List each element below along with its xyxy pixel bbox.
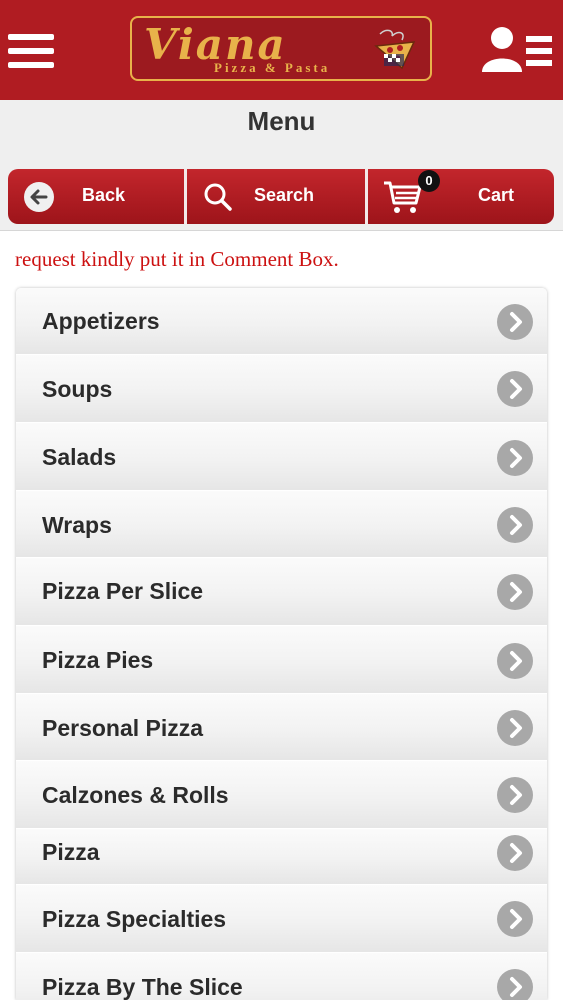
back-arrow-icon bbox=[24, 182, 54, 212]
action-bar: Back Search Cart 0 bbox=[8, 169, 554, 224]
menu-item-label: Pizza bbox=[42, 839, 100, 865]
chevron-right-icon bbox=[497, 969, 533, 1000]
menu-category-list: Appetizers Soups Salads Wraps Pizza Per … bbox=[16, 288, 547, 1000]
menu-item-wraps[interactable]: Wraps bbox=[16, 491, 547, 558]
chevron-right-icon bbox=[497, 507, 533, 543]
menu-item-label: Appetizers bbox=[42, 308, 160, 334]
menu-item-label: Soups bbox=[42, 376, 113, 402]
menu-item-pizza-per-slice[interactable]: Pizza Per Slice bbox=[16, 558, 547, 626]
chevron-right-icon bbox=[497, 643, 533, 679]
search-button[interactable]: Search bbox=[187, 169, 365, 224]
chevron-right-icon bbox=[497, 777, 533, 813]
chevron-right-icon bbox=[497, 835, 533, 871]
menu-item-label: Pizza Pies bbox=[42, 647, 154, 673]
page-title: Menu bbox=[247, 106, 316, 136]
chevron-right-icon bbox=[497, 710, 533, 746]
pizza-chef-icon bbox=[374, 29, 416, 70]
chevron-right-icon bbox=[497, 574, 533, 610]
brand-subtitle: Pizza & Pasta bbox=[214, 60, 331, 75]
chevron-right-icon bbox=[497, 304, 533, 340]
cart-button[interactable]: Cart bbox=[368, 169, 554, 224]
chevron-right-icon bbox=[497, 901, 533, 937]
menu-item-pizza-pies[interactable]: Pizza Pies bbox=[16, 626, 547, 694]
menu-item-label: Pizza Specialties bbox=[42, 906, 227, 932]
menu-item-label: Salads bbox=[42, 444, 117, 470]
hamburger-menu-icon[interactable] bbox=[8, 30, 54, 72]
cart-label: Cart bbox=[478, 185, 515, 205]
menu-item-calzones-rolls[interactable]: Calzones & Rolls bbox=[16, 761, 547, 829]
menu-item-personal-pizza[interactable]: Personal Pizza bbox=[16, 694, 547, 761]
brand-logo[interactable]: Viana Pizza & Pasta bbox=[130, 16, 432, 81]
menu-item-label: Pizza By The Slice bbox=[42, 974, 243, 1000]
menu-item-label: Wraps bbox=[42, 512, 112, 538]
app-header: Viana Pizza & Pasta bbox=[0, 0, 563, 100]
menu-item-label: Pizza Per Slice bbox=[42, 578, 204, 604]
menu-item-soups[interactable]: Soups bbox=[16, 355, 547, 423]
menu-item-salads[interactable]: Salads bbox=[16, 423, 547, 491]
menu-item-pizza-specialties[interactable]: Pizza Specialties bbox=[16, 885, 547, 953]
menu-item-label: Personal Pizza bbox=[42, 715, 204, 741]
menu-item-pizza-by-the-slice[interactable]: Pizza By The Slice bbox=[16, 953, 547, 1000]
chevron-right-icon bbox=[497, 440, 533, 476]
search-icon bbox=[204, 183, 232, 211]
back-label: Back bbox=[82, 185, 126, 205]
back-button[interactable]: Back bbox=[8, 169, 184, 224]
chevron-right-icon bbox=[497, 371, 533, 407]
menu-item-appetizers[interactable]: Appetizers bbox=[16, 288, 547, 355]
menu-item-label: Calzones & Rolls bbox=[42, 782, 229, 808]
comment-notice: request kindly put it in Comment Box. bbox=[15, 247, 339, 271]
user-list-icon[interactable] bbox=[480, 24, 554, 74]
search-label: Search bbox=[254, 185, 315, 205]
cart-count-badge: 0 bbox=[418, 170, 440, 192]
menu-item-pizza[interactable]: Pizza bbox=[16, 829, 547, 885]
cart-icon bbox=[384, 181, 422, 213]
